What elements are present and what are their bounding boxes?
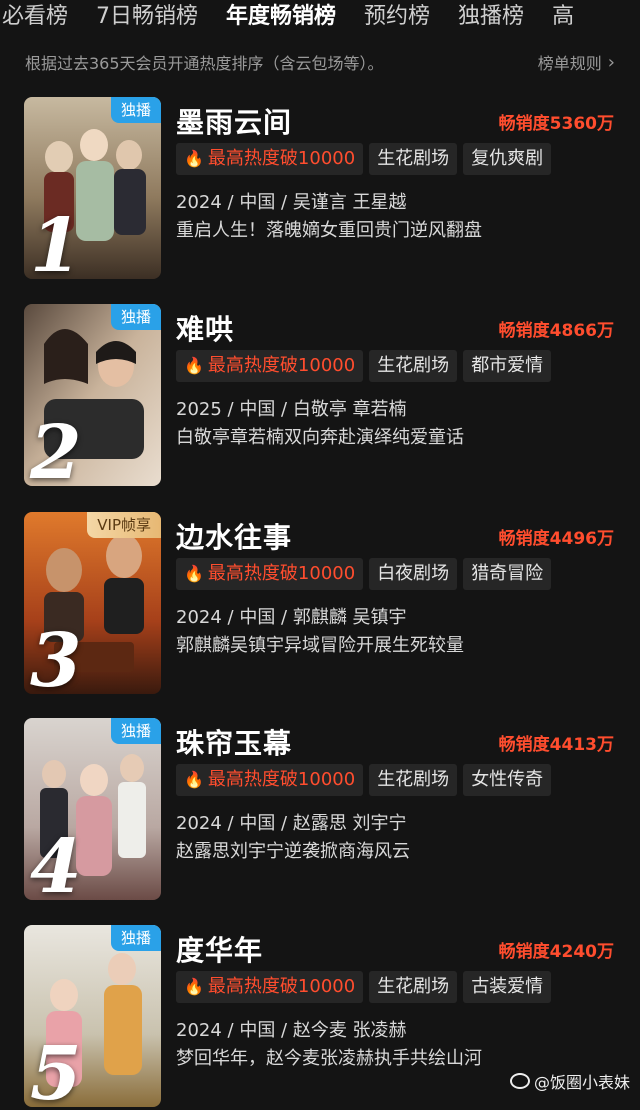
ranking-tabs: 必看榜 7日畅销榜 年度畅销榜 预约榜 独播榜 高	[0, 0, 640, 34]
watermark: @饭圈小表妹	[510, 1069, 630, 1093]
exclusive-badge: 独播	[111, 925, 161, 951]
genre-tag: 古装爱情	[463, 971, 551, 1003]
item-title[interactable]: 边水往事	[176, 516, 292, 556]
ranking-description: 根据过去365天会员开通热度排序（含云包场等）。	[25, 50, 384, 74]
hot-tag: 🔥 最高热度破10000	[176, 764, 363, 796]
theater-tag: 生花剧场	[369, 350, 457, 382]
hot-tag: 🔥 最高热度破10000	[176, 143, 363, 175]
hot-tag-label: 最高热度破10000	[208, 971, 355, 1003]
item-description: 重启人生！落魄嫡女重回贵门逆风翻盘	[176, 216, 482, 242]
theater-tag: 白夜剧场	[369, 558, 457, 590]
hot-tag: 🔥 最高热度破10000	[176, 971, 363, 1003]
tag-row: 🔥 最高热度破10000 生花剧场 女性传奇	[176, 764, 551, 796]
genre-tag: 复仇爽剧	[463, 143, 551, 175]
item-description: 郭麒麟吴镇宇异域冒险开展生死较量	[176, 631, 464, 657]
item-description: 白敬亭章若楠双向奔赴演绎纯爱童话	[176, 423, 464, 449]
genre-tag: 都市爱情	[463, 350, 551, 382]
hot-tag-label: 最高热度破10000	[208, 143, 355, 175]
theater-tag: 生花剧场	[369, 971, 457, 1003]
ranking-item[interactable]: VIP帧享 3 边水往事 畅销度4496万 🔥 最高热度破10000 白夜剧场 …	[24, 512, 624, 697]
tab-exclusive[interactable]: 独播榜	[458, 2, 524, 32]
rank-number: 5	[30, 1037, 82, 1107]
exclusive-badge: 独播	[111, 304, 161, 330]
flame-icon: 🔥	[184, 350, 204, 382]
tab-annual-bestseller[interactable]: 年度畅销榜	[226, 2, 336, 32]
item-description: 梦回华年，赵今麦张凌赫执手共绘山河	[176, 1044, 482, 1070]
watermark-text: @饭圈小表妹	[534, 1069, 630, 1093]
item-title[interactable]: 墨雨云间	[176, 101, 292, 141]
tag-row: 🔥 最高热度破10000 生花剧场 复仇爽剧	[176, 143, 551, 175]
poster-image[interactable]: 独播 5	[24, 925, 161, 1107]
poster-image[interactable]: 独播 2	[24, 304, 161, 486]
item-meta: 2024 / 中国 / 吴谨言 王星越	[176, 188, 407, 214]
hot-tag-label: 最高热度破10000	[208, 558, 355, 590]
flame-icon: 🔥	[184, 143, 204, 175]
ranking-rules-label: 榜单规则	[538, 50, 602, 74]
ranking-item[interactable]: 独播 1 墨雨云间 畅销度5360万 🔥 最高热度破10000 生花剧场 复仇爽…	[24, 97, 624, 282]
ranking-subhead: 根据过去365天会员开通热度排序（含云包场等）。 榜单规则 ›	[25, 48, 615, 76]
item-meta: 2024 / 中国 / 郭麒麟 吴镇宇	[176, 603, 407, 629]
item-info: 边水往事 畅销度4496万 🔥 最高热度破10000 白夜剧场 猎奇冒险 202…	[176, 512, 624, 694]
tab-more[interactable]: 高	[552, 2, 574, 32]
item-title[interactable]: 难哄	[176, 308, 234, 348]
poster-image[interactable]: 独播 4	[24, 718, 161, 900]
rank-number: 3	[30, 624, 82, 694]
tab-reservation[interactable]: 预约榜	[364, 2, 430, 32]
weibo-icon	[510, 1073, 530, 1089]
item-info: 珠帘玉幕 畅销度4413万 🔥 最高热度破10000 生花剧场 女性传奇 202…	[176, 718, 624, 900]
hot-tag-label: 最高热度破10000	[208, 764, 355, 796]
genre-tag: 猎奇冒险	[463, 558, 551, 590]
sales-index: 畅销度4496万	[499, 524, 614, 549]
item-description: 赵露思刘宇宁逆袭掀商海风云	[176, 837, 410, 863]
hot-tag-label: 最高热度破10000	[208, 350, 355, 382]
ranking-item[interactable]: 独播 4 珠帘玉幕 畅销度4413万 🔥 最高热度破10000 生花剧场 女性传…	[24, 718, 624, 903]
rank-number: 4	[30, 830, 82, 900]
rank-number: 2	[30, 416, 82, 486]
item-meta: 2025 / 中国 / 白敬亭 章若楠	[176, 395, 407, 421]
theater-tag: 生花剧场	[369, 143, 457, 175]
tag-row: 🔥 最高热度破10000 白夜剧场 猎奇冒险	[176, 558, 551, 590]
item-meta: 2024 / 中国 / 赵露思 刘宇宁	[176, 809, 407, 835]
item-info: 墨雨云间 畅销度5360万 🔥 最高热度破10000 生花剧场 复仇爽剧 202…	[176, 97, 624, 279]
sales-index: 畅销度4413万	[499, 730, 614, 755]
item-title[interactable]: 度华年	[176, 929, 263, 969]
item-title[interactable]: 珠帘玉幕	[176, 722, 292, 762]
item-meta: 2024 / 中国 / 赵今麦 张凌赫	[176, 1016, 407, 1042]
exclusive-badge: 独播	[111, 718, 161, 744]
flame-icon: 🔥	[184, 764, 204, 796]
exclusive-badge: 独播	[111, 97, 161, 123]
sales-index: 畅销度4240万	[499, 937, 614, 962]
ranking-item[interactable]: 独播 2 难哄 畅销度4866万 🔥 最高热度破10000 生花剧场 都市爱情 …	[24, 304, 624, 489]
poster-image[interactable]: VIP帧享 3	[24, 512, 161, 694]
ranking-rules-link[interactable]: 榜单规则 ›	[538, 50, 615, 74]
poster-image[interactable]: 独播 1	[24, 97, 161, 279]
rank-number: 1	[30, 209, 82, 279]
tab-must-watch[interactable]: 必看榜	[2, 2, 68, 32]
flame-icon: 🔥	[184, 971, 204, 1003]
hot-tag: 🔥 最高热度破10000	[176, 350, 363, 382]
sales-index: 畅销度5360万	[499, 109, 614, 134]
hot-tag: 🔥 最高热度破10000	[176, 558, 363, 590]
tag-row: 🔥 最高热度破10000 生花剧场 都市爱情	[176, 350, 551, 382]
sales-index: 畅销度4866万	[499, 316, 614, 341]
tab-7day-bestseller[interactable]: 7日畅销榜	[96, 2, 198, 32]
genre-tag: 女性传奇	[463, 764, 551, 796]
chevron-right-icon: ›	[608, 52, 615, 73]
item-info: 难哄 畅销度4866万 🔥 最高热度破10000 生花剧场 都市爱情 2025 …	[176, 304, 624, 486]
theater-tag: 生花剧场	[369, 764, 457, 796]
tag-row: 🔥 最高热度破10000 生花剧场 古装爱情	[176, 971, 551, 1003]
flame-icon: 🔥	[184, 558, 204, 590]
vip-badge: VIP帧享	[87, 512, 161, 538]
